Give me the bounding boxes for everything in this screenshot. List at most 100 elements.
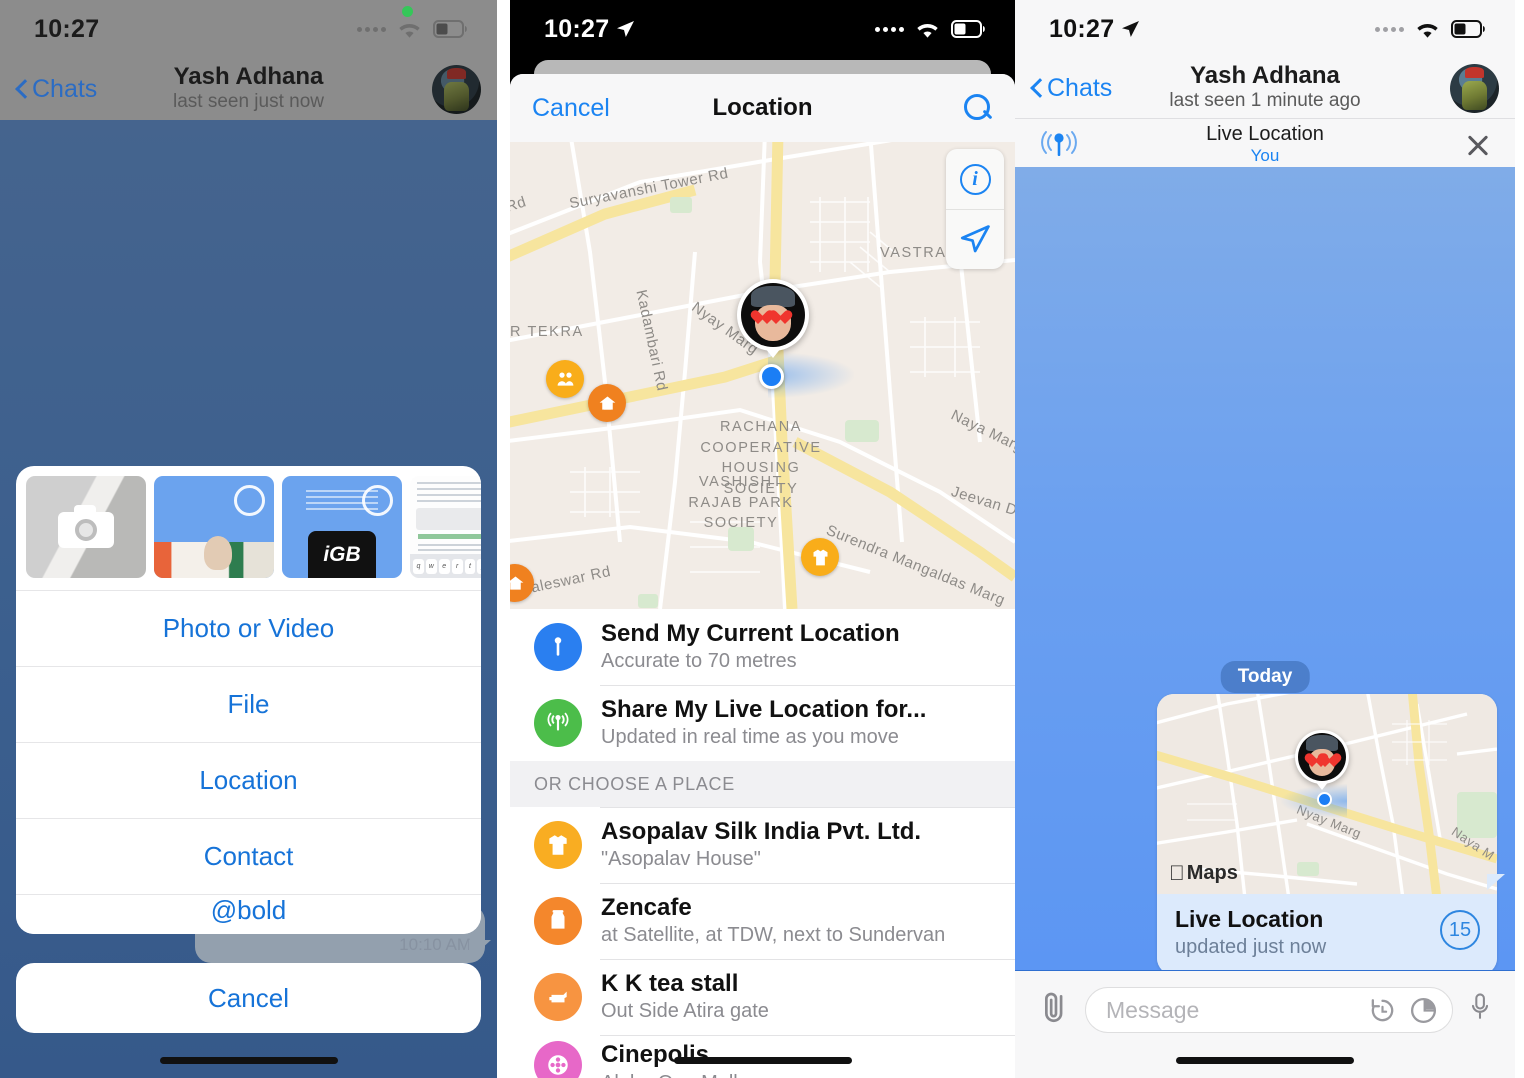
message-subtitle: updated just now	[1175, 935, 1327, 958]
list-item-place[interactable]: K K tea stall Out Side Atira gate	[510, 959, 1015, 1035]
home-indicator[interactable]	[1176, 1057, 1354, 1064]
microphone-icon[interactable]	[1467, 987, 1493, 1027]
location-arrow-icon	[617, 20, 635, 37]
list-item-title: Share My Live Location for...	[601, 695, 927, 723]
apple-maps-attribution:  Maps	[1169, 862, 1238, 885]
wifi-icon	[1417, 23, 1438, 38]
map-label: VASTRA	[880, 245, 947, 261]
avatar[interactable]	[432, 64, 481, 114]
photo-preview	[154, 536, 274, 578]
list-item-subtitle: Accurate to 70 metres	[601, 650, 797, 673]
teapot-icon	[534, 973, 582, 1021]
status-icons	[875, 19, 985, 40]
chat-navbar: Chats Yash Adhana last seen just now	[0, 58, 497, 120]
message-map-preview[interactable]: Nyay Marg Naya M 	[1157, 694, 1497, 894]
chat-scroll-area[interactable]: Today Nyay Marg Naya M Maps Live Locatio…	[1015, 167, 1515, 970]
modal-navbar: Cancel Location	[510, 74, 1015, 142]
live-banner-text: Live Location You	[1015, 123, 1515, 166]
map-info-button[interactable]: i	[946, 149, 1004, 209]
camera-icon	[58, 505, 114, 548]
user-avatar-memoji[interactable]	[737, 279, 809, 358]
igb-logo: iGB	[308, 531, 376, 578]
screenshot-tile[interactable]: qwertyuio	[410, 476, 481, 578]
signal-dots-icon	[357, 26, 386, 32]
avatar[interactable]	[1450, 63, 1499, 113]
photo-text-lines	[306, 490, 378, 510]
paperclip-icon[interactable]	[1037, 987, 1071, 1027]
live-location-banner[interactable]: Live Location You	[1015, 118, 1515, 170]
sheet-option-photo-or-video[interactable]: Photo or Video	[16, 590, 481, 666]
chevron-left-icon	[1031, 78, 1042, 98]
battery-icon	[1451, 20, 1485, 38]
navigate-arrow-icon	[960, 224, 990, 252]
countdown-badge: 15	[1440, 910, 1480, 950]
user-avatar-memoji	[1295, 730, 1349, 790]
status-icons	[1375, 19, 1485, 40]
people-pin-icon[interactable]	[546, 360, 584, 398]
cancel-button[interactable]: Cancel	[16, 963, 481, 1033]
panel-divider	[497, 0, 510, 1078]
camera-tile[interactable]	[26, 476, 146, 578]
list-item-place[interactable]: Zencafe at Satellite, at TDW, next to Su…	[510, 883, 1015, 959]
building-pin-icon[interactable]	[588, 384, 626, 422]
doc-text-lines	[417, 482, 481, 506]
live-banner-who: You	[1250, 145, 1280, 165]
shirt-pin-icon[interactable]	[801, 538, 839, 576]
map-view[interactable]: Suryavanshi Tower Rd Rd VASTRA R TEKRA N…	[510, 142, 1015, 609]
message-input-field[interactable]: Message	[1085, 987, 1453, 1033]
selection-circle-icon[interactable]	[234, 485, 265, 516]
home-indicator[interactable]	[159, 1057, 338, 1064]
maps-label: Maps	[1171, 862, 1238, 884]
back-to-chats-button[interactable]: Chats	[16, 75, 97, 104]
close-icon[interactable]	[1463, 130, 1493, 160]
status-icons	[357, 19, 467, 40]
sheet-option-location[interactable]: Location	[16, 742, 481, 818]
list-item-send-current-location[interactable]: Send My Current Location Accurate to 70 …	[510, 609, 1015, 685]
back-label: Chats	[1047, 73, 1113, 102]
status-time: 10:27	[1049, 14, 1115, 43]
sheet-option-file[interactable]: File	[16, 666, 481, 742]
photo-tile-2[interactable]: iGB	[282, 476, 402, 578]
home-indicator[interactable]	[673, 1057, 852, 1064]
sheet-option-bold[interactable]: @bold	[16, 894, 481, 934]
sheet-option-contact[interactable]: Contact	[16, 818, 481, 894]
list-item-place[interactable]: Asopalav Silk India Pvt. Ltd. "Asopalav …	[510, 807, 1015, 883]
photo-tile-1[interactable]	[154, 476, 274, 578]
map-label: VASHISHT RAJAB PARK SOCIETY	[688, 474, 794, 532]
list-item-subtitle: at Satellite, at TDW, next to Sundervan	[601, 924, 946, 947]
panel-location-picker: 10:27 Cancel Location Suryavanshi Tower …	[510, 0, 1015, 1078]
list-item-subtitle: "Asopalav House"	[601, 848, 761, 871]
list-item-title: Cinepolis	[601, 1041, 710, 1068]
apple-logo-icon: 	[1169, 863, 1185, 884]
back-to-chats-button[interactable]: Chats	[1031, 74, 1112, 103]
media-thumbnail-strip[interactable]: iGB qwertyuio	[16, 466, 481, 590]
map-locate-button[interactable]	[946, 209, 1004, 269]
back-label: Chats	[32, 74, 98, 103]
attachment-action-sheet: iGB qwertyuio Photo or Video File Locati…	[16, 466, 481, 934]
self-destruct-timer-icon[interactable]	[1368, 996, 1397, 1025]
bubble-tail	[469, 940, 491, 960]
doc-highlight	[416, 508, 481, 530]
live-location-message-bubble[interactable]: Nyay Marg Naya M 	[1157, 694, 1497, 970]
battery-icon	[433, 20, 467, 38]
list-item-title: K K tea stall	[601, 969, 739, 997]
list-item-share-live-location[interactable]: Share My Live Location for... Updated in…	[510, 685, 1015, 761]
wifi-icon	[399, 23, 420, 38]
info-icon: i	[959, 163, 991, 195]
wifi-icon	[917, 23, 938, 38]
chevron-left-icon	[16, 79, 27, 99]
keyboard-preview: qwertyuio	[410, 554, 481, 578]
status-bar: 10:27	[0, 0, 497, 58]
three-panel-screenshot: 10:27 Chats Yash Adhana last seen just n…	[0, 0, 1524, 1078]
message-placeholder: Message	[1106, 996, 1200, 1023]
coffee-pot-icon	[534, 897, 582, 945]
message-footer: Live Location updated just now 15	[1157, 894, 1497, 970]
location-arrow-icon	[1122, 20, 1140, 37]
heading-cone	[1281, 784, 1347, 818]
message-timestamp: 10:10 AM	[399, 935, 471, 954]
day-separator-chip: Today	[1220, 661, 1310, 693]
recording-indicator-dot	[402, 6, 413, 17]
sticker-icon[interactable]	[1409, 996, 1438, 1025]
signal-dots-icon	[1375, 26, 1404, 32]
search-icon[interactable]	[963, 93, 993, 123]
